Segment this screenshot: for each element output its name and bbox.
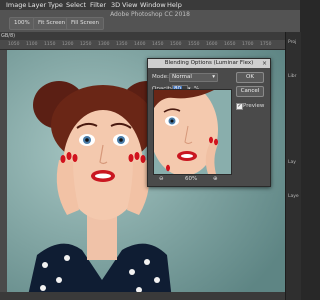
ruler-tick: 1750 [260,42,272,47]
preview-crop [154,90,231,174]
menu-window[interactable]: Window [140,0,166,10]
zoom-controls: ⊖ 60% ⊕ [153,175,230,184]
dialog-title[interactable]: Blending Options (Luminar Flex) [148,59,270,68]
menu-3d[interactable]: 3D [111,0,120,10]
menu-image[interactable]: Image [6,0,26,10]
ruler-tick: 1550 [188,42,200,47]
ruler-tick: 1700 [242,42,254,47]
status-bar [0,292,285,300]
panel-label[interactable]: Proj [288,40,296,45]
vertical-ruler [0,50,7,300]
ruler-tick: 1050 [8,42,20,47]
zoom-out-icon[interactable]: ⊖ [159,176,164,182]
ruler-tick: 1350 [116,42,128,47]
panel-label[interactable]: Laye [288,194,299,199]
fill-screen-button[interactable]: Fill Screen [66,17,105,30]
ruler-tick: 1450 [152,42,164,47]
preview-image[interactable] [153,89,232,175]
ruler-tick: 1200 [62,42,74,47]
document-tab[interactable]: GB/8) [1,32,15,40]
blending-options-dialog: Blending Options (Luminar Flex) × Mode: … [147,58,271,187]
chevron-down-icon: ▾ [212,74,215,80]
ruler-tick: 1250 [80,42,92,47]
cancel-button[interactable]: Cancel [236,86,264,97]
zoom-level: 60% [185,176,198,182]
close-icon[interactable]: × [262,59,267,68]
ruler-tick: 1150 [44,42,56,47]
mode-dropdown[interactable]: Normal ▾ [169,73,218,82]
right-panel: Proj Libr Lay Laye [285,32,301,300]
ok-button[interactable]: OK [236,72,264,83]
zoom-in-icon[interactable]: ⊕ [213,176,218,182]
ruler-tick: 1300 [98,42,110,47]
options-bar: Adobe Photoshop CC 2018 100% Fit Screen … [0,10,300,32]
ruler-tick: 1500 [170,42,182,47]
mode-label: Mode: [152,74,169,80]
menu-type[interactable]: Type [48,0,63,10]
mode-value: Normal [172,74,192,80]
menu-filter[interactable]: Filter [90,0,106,10]
menu-view[interactable]: View [122,0,137,10]
panel-label[interactable]: Lay [288,160,296,165]
horizontal-ruler: 1050 1100 1150 1200 1250 1300 1350 1400 … [0,40,285,50]
preview-checkbox[interactable]: ✓ [236,103,243,110]
menu-select[interactable]: Select [66,0,86,10]
zoom-100-button[interactable]: 100% [9,17,35,30]
menu-help[interactable]: Help [167,0,182,10]
ruler-tick: 1100 [26,42,38,47]
preview-label: Preview [243,103,265,109]
panel-label[interactable]: Libr [288,74,296,79]
ruler-tick: 1400 [134,42,146,47]
ruler-tick: 1650 [224,42,236,47]
document-tab-strip: GB/8) [0,32,285,40]
fit-screen-button[interactable]: Fit Screen [33,17,71,30]
ruler-tick: 1600 [206,42,218,47]
menu-bar: Image Layer Type Select Filter 3D View W… [0,0,300,10]
menu-layer[interactable]: Layer [28,0,46,10]
